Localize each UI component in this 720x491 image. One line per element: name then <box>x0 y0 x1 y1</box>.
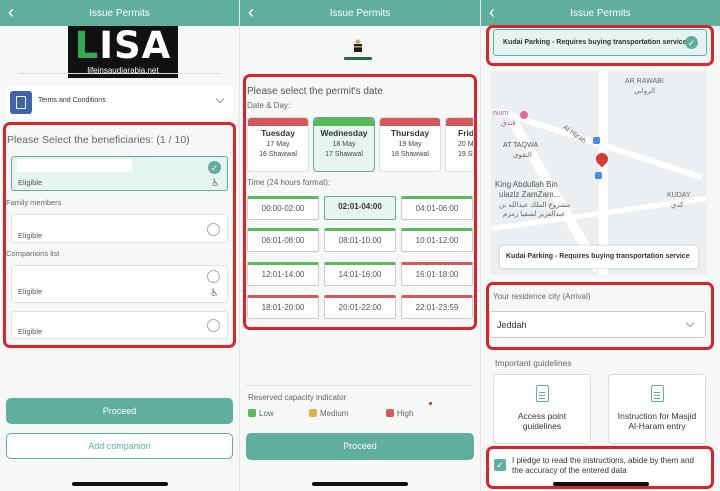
map-label: King Abdullah Bin <box>495 180 558 189</box>
masjid-entry-guidelines-card[interactable]: Instruction for Masjid Al-Haram entry <box>608 374 706 444</box>
map-label: KUDAY <box>667 192 691 199</box>
proceed-button[interactable]: Proceed <box>6 398 233 424</box>
divider <box>246 385 471 386</box>
map-label: فندق <box>501 120 516 127</box>
map-label: nium <box>493 110 509 117</box>
map-label: التقوى <box>513 152 532 159</box>
hotel-icon <box>520 111 528 119</box>
add-companion-button[interactable]: Add companion <box>6 433 233 459</box>
map-label: مشروع الملك عبدالله بن <box>499 202 570 209</box>
divider <box>18 73 221 74</box>
chevron-down-icon <box>215 94 225 104</box>
proceed-button[interactable]: Proceed <box>246 433 474 460</box>
page-title: Issue Permits <box>89 8 150 19</box>
map-card-label: Kudai Parking - Requires buying transpor… <box>506 253 690 260</box>
screen-date-time: ‹ Issue Permits Please select the permit… <box>240 0 480 491</box>
highlight-box <box>486 282 714 350</box>
bus-stop-icon <box>593 137 600 144</box>
map-label: ulaziz ZamZam... <box>499 190 561 199</box>
home-indicator <box>552 482 649 486</box>
kaaba-icon <box>354 39 362 52</box>
ministry-logo-text <box>344 57 372 60</box>
map-label: كدي <box>671 202 684 209</box>
document-icon <box>651 385 664 402</box>
terms-dropdown[interactable]: Terms and Conditions <box>6 86 233 119</box>
screen-beneficiaries: ‹ Issue Permits LISA lifeinsaudiarabia.n… <box>0 0 239 491</box>
highlight-box <box>3 122 236 348</box>
map-label: الروابي <box>634 88 656 95</box>
legend-low-label: Low <box>259 409 274 418</box>
guidelines-title: Important guidelines <box>495 358 572 368</box>
indicator-dot <box>429 402 432 405</box>
home-indicator <box>71 482 168 486</box>
red-swatch-icon <box>386 409 394 417</box>
terms-label: Terms and Conditions <box>38 97 106 104</box>
legend-title: Reserved capacity indicator <box>248 393 347 402</box>
guide-label: Access point guidelines <box>517 411 567 431</box>
map-label: AT TAQWA <box>503 142 539 149</box>
yellow-swatch-icon <box>309 409 317 417</box>
top-bar: ‹ Issue Permits <box>0 0 239 26</box>
legend-high-label: High <box>397 409 414 418</box>
document-icon <box>10 91 32 114</box>
document-icon <box>536 385 549 402</box>
highlight-box <box>243 74 477 330</box>
lisa-logo: LISA lifeinsaudiarabia.net <box>68 26 178 78</box>
legend-medium-label: Medium <box>320 409 349 418</box>
screens: ‹ Issue Permits LISA lifeinsaudiarabia.n… <box>0 0 720 491</box>
map-label: AR RAWABI <box>625 78 664 85</box>
page-title: Issue Permits <box>570 8 631 19</box>
map-label: عبدالعزيز لسقيا زمزم <box>503 211 566 218</box>
top-bar: ‹ Issue Permits <box>240 0 480 26</box>
home-indicator <box>312 482 408 486</box>
map[interactable]: AR RAWABI الروابي nium فندق AT TAQWA الت… <box>491 71 707 275</box>
logo-url: lifeinsaudiarabia.net <box>87 66 159 75</box>
ministry-logo <box>344 38 372 64</box>
top-bar: ‹ Issue Permits <box>481 0 720 26</box>
guide-label: Instruction for Masjid Al-Haram entry <box>617 411 697 431</box>
legend-medium: Medium <box>309 409 348 418</box>
access-point-guidelines-card[interactable]: Access point guidelines <box>493 374 591 444</box>
map-info-card[interactable]: Kudai Parking - Requires buying transpor… <box>500 246 698 268</box>
highlight-box <box>486 25 714 66</box>
bus-stop-icon <box>595 172 602 179</box>
logo-word: LISA <box>74 24 172 67</box>
green-swatch-icon <box>248 409 256 417</box>
screen-parking-city: ‹ Issue Permits Kudai Parking - Requires… <box>481 0 720 491</box>
legend-high: High <box>386 409 413 418</box>
legend-low: Low <box>248 409 274 418</box>
page-title: Issue Permits <box>329 8 391 19</box>
